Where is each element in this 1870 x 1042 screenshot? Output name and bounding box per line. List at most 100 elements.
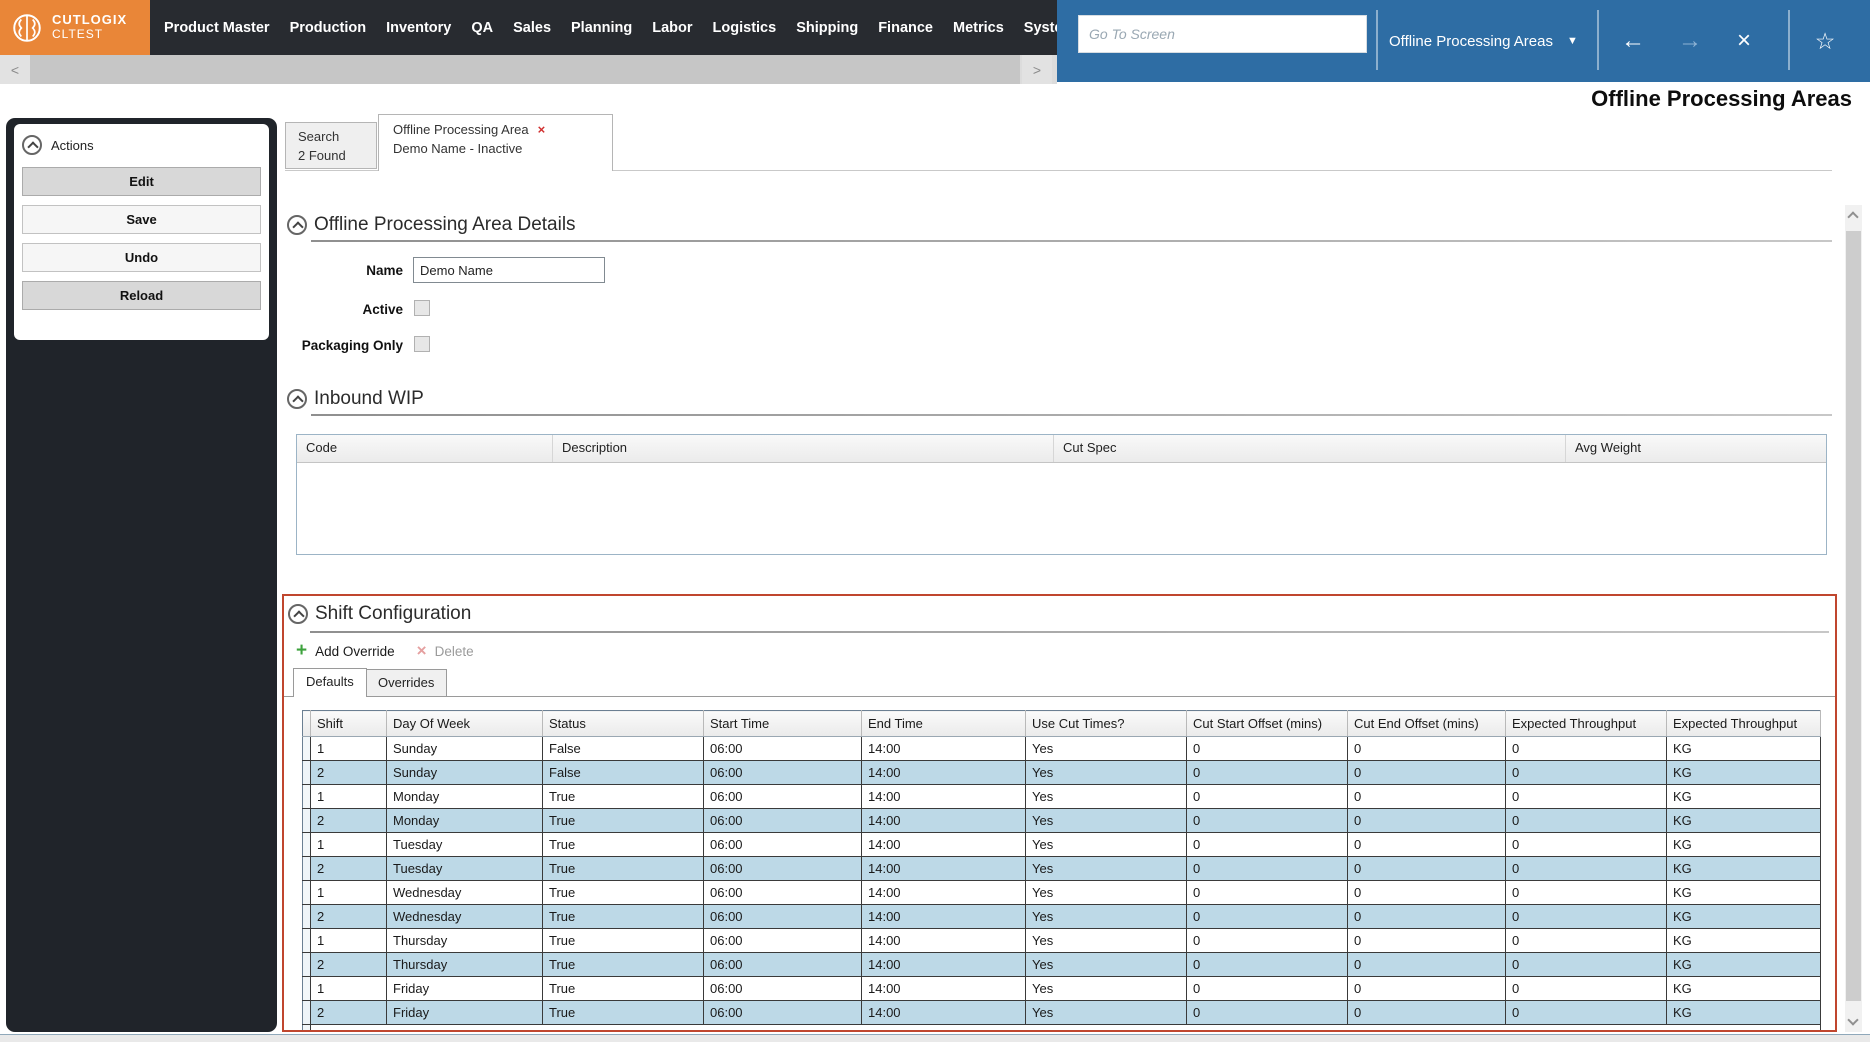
collapse-actions-icon[interactable] — [22, 135, 42, 155]
grid-cell[interactable]: 06:00 — [704, 761, 862, 785]
grid-cell[interactable]: 0 — [1506, 809, 1667, 833]
grid-cell[interactable]: 0 — [1348, 929, 1506, 953]
table-row-partial[interactable] — [303, 1025, 1821, 1033]
grid-cell[interactable]: Friday — [387, 1001, 543, 1025]
grid-cell[interactable]: 2 — [311, 953, 387, 977]
grid-cell[interactable]: 14:00 — [862, 809, 1026, 833]
table-row[interactable]: 2FridayTrue06:0014:00Yes000KG — [303, 1001, 1821, 1025]
collapse-shift-config-icon[interactable] — [288, 604, 308, 624]
grid-cell[interactable]: 1 — [311, 929, 387, 953]
edit-button[interactable]: Edit — [22, 167, 261, 196]
grid-cell[interactable]: 0 — [1348, 737, 1506, 761]
nav-item-production[interactable]: Production — [290, 20, 367, 36]
grid-cell[interactable]: 0 — [1187, 761, 1348, 785]
grid-cell[interactable]: Sunday — [387, 761, 543, 785]
column-header-code[interactable]: Code — [297, 435, 553, 462]
grid-cell[interactable]: 0 — [1348, 857, 1506, 881]
scroll-up-icon[interactable] — [1847, 211, 1858, 222]
grid-cell[interactable]: Yes — [1026, 761, 1187, 785]
table-row[interactable]: 2MondayTrue06:0014:00Yes000KG — [303, 809, 1821, 833]
subtab-overrides[interactable]: Overrides — [365, 669, 447, 697]
table-row[interactable]: 1SundayFalse06:0014:00Yes000KG — [303, 737, 1821, 761]
scroll-left-button[interactable]: < — [0, 55, 30, 84]
grid-cell[interactable]: Friday — [387, 977, 543, 1001]
column-header-end-time[interactable]: End Time — [862, 711, 1026, 737]
grid-cell[interactable]: KG — [1667, 905, 1821, 929]
grid-cell[interactable]: 06:00 — [704, 929, 862, 953]
scroll-down-icon[interactable] — [1847, 1014, 1858, 1025]
favorite-star-icon[interactable]: ☆ — [1805, 0, 1845, 82]
grid-cell[interactable]: Yes — [1026, 1001, 1187, 1025]
grid-cell[interactable]: 0 — [1187, 977, 1348, 1001]
tab-offline-processing-area[interactable]: Offline Processing Area× Demo Name - Ina… — [378, 114, 613, 171]
grid-cell[interactable]: 06:00 — [704, 857, 862, 881]
screen-selector-dropdown[interactable]: Offline Processing Areas ▼ — [1389, 0, 1578, 82]
grid-cell[interactable]: KG — [1667, 881, 1821, 905]
grid-cell[interactable]: 14:00 — [862, 761, 1026, 785]
reload-button[interactable]: Reload — [22, 281, 261, 310]
grid-cell[interactable]: True — [543, 809, 704, 833]
grid-cell[interactable]: 0 — [1506, 905, 1667, 929]
grid-cell[interactable]: 06:00 — [704, 785, 862, 809]
grid-cell[interactable]: KG — [1667, 953, 1821, 977]
grid-cell[interactable]: Wednesday — [387, 881, 543, 905]
tab-search-results[interactable]: Search 2 Found — [285, 122, 377, 169]
grid-cell[interactable]: 0 — [1348, 1001, 1506, 1025]
grid-cell[interactable]: 0 — [1348, 905, 1506, 929]
grid-cell[interactable]: 14:00 — [862, 953, 1026, 977]
grid-cell[interactable]: Tuesday — [387, 857, 543, 881]
column-header-cut-end-offset[interactable]: Cut End Offset (mins) — [1348, 711, 1506, 737]
grid-cell[interactable]: 14:00 — [862, 737, 1026, 761]
grid-cell[interactable]: 0 — [1506, 857, 1667, 881]
horizontal-scrollbar-thumb[interactable] — [30, 55, 1020, 84]
grid-cell[interactable]: 2 — [311, 809, 387, 833]
grid-cell[interactable]: 06:00 — [704, 1001, 862, 1025]
grid-cell[interactable]: 0 — [1506, 833, 1667, 857]
grid-cell[interactable]: 06:00 — [704, 833, 862, 857]
grid-cell[interactable]: 14:00 — [862, 1001, 1026, 1025]
grid-cell[interactable]: 0 — [1348, 809, 1506, 833]
grid-cell[interactable]: True — [543, 833, 704, 857]
table-row[interactable]: 1FridayTrue06:0014:00Yes000KG — [303, 977, 1821, 1001]
grid-cell[interactable]: KG — [1667, 929, 1821, 953]
subtab-defaults[interactable]: Defaults — [293, 668, 367, 697]
grid-cell[interactable]: Sunday — [387, 737, 543, 761]
column-header-avg-weight[interactable]: Avg Weight — [1566, 435, 1826, 462]
nav-item-inventory[interactable]: Inventory — [386, 20, 451, 36]
grid-cell[interactable]: 0 — [1348, 833, 1506, 857]
grid-cell[interactable]: 1 — [311, 737, 387, 761]
grid-cell[interactable]: True — [543, 953, 704, 977]
nav-item-finance[interactable]: Finance — [878, 20, 933, 36]
nav-item-product-master[interactable]: Product Master — [164, 20, 270, 36]
grid-cell[interactable]: True — [543, 857, 704, 881]
nav-item-qa[interactable]: QA — [471, 20, 493, 36]
grid-cell[interactable]: False — [543, 761, 704, 785]
grid-cell[interactable]: KG — [1667, 785, 1821, 809]
grid-cell[interactable]: KG — [1667, 761, 1821, 785]
grid-cell[interactable]: KG — [1667, 737, 1821, 761]
grid-cell[interactable]: KG — [1667, 857, 1821, 881]
grid-cell[interactable]: 2 — [311, 857, 387, 881]
grid-cell[interactable]: 0 — [1187, 737, 1348, 761]
grid-cell[interactable]: 0 — [1506, 761, 1667, 785]
grid-cell[interactable]: 0 — [1348, 761, 1506, 785]
grid-cell[interactable]: 14:00 — [862, 929, 1026, 953]
grid-cell[interactable]: KG — [1667, 1001, 1821, 1025]
grid-cell[interactable]: 14:00 — [862, 977, 1026, 1001]
grid-cell[interactable]: 06:00 — [704, 737, 862, 761]
grid-cell[interactable]: 0 — [1506, 785, 1667, 809]
grid-cell[interactable]: 1 — [311, 785, 387, 809]
grid-cell[interactable]: Yes — [1026, 809, 1187, 833]
column-header-cut-spec[interactable]: Cut Spec — [1054, 435, 1566, 462]
grid-cell[interactable]: 0 — [1187, 857, 1348, 881]
grid-cell[interactable]: 0 — [1348, 881, 1506, 905]
column-header-cut-start-offset[interactable]: Cut Start Offset (mins) — [1187, 711, 1348, 737]
grid-cell[interactable]: 06:00 — [704, 953, 862, 977]
grid-cell[interactable]: False — [543, 737, 704, 761]
column-header-use-cut-times[interactable]: Use Cut Times? — [1026, 711, 1187, 737]
nav-item-system[interactable]: System — [1024, 20, 1057, 36]
grid-cell[interactable]: Tuesday — [387, 833, 543, 857]
grid-cell[interactable]: 14:00 — [862, 881, 1026, 905]
grid-cell[interactable]: Monday — [387, 785, 543, 809]
column-header-expected-throughput-uom[interactable]: Expected Throughput — [1667, 711, 1821, 737]
